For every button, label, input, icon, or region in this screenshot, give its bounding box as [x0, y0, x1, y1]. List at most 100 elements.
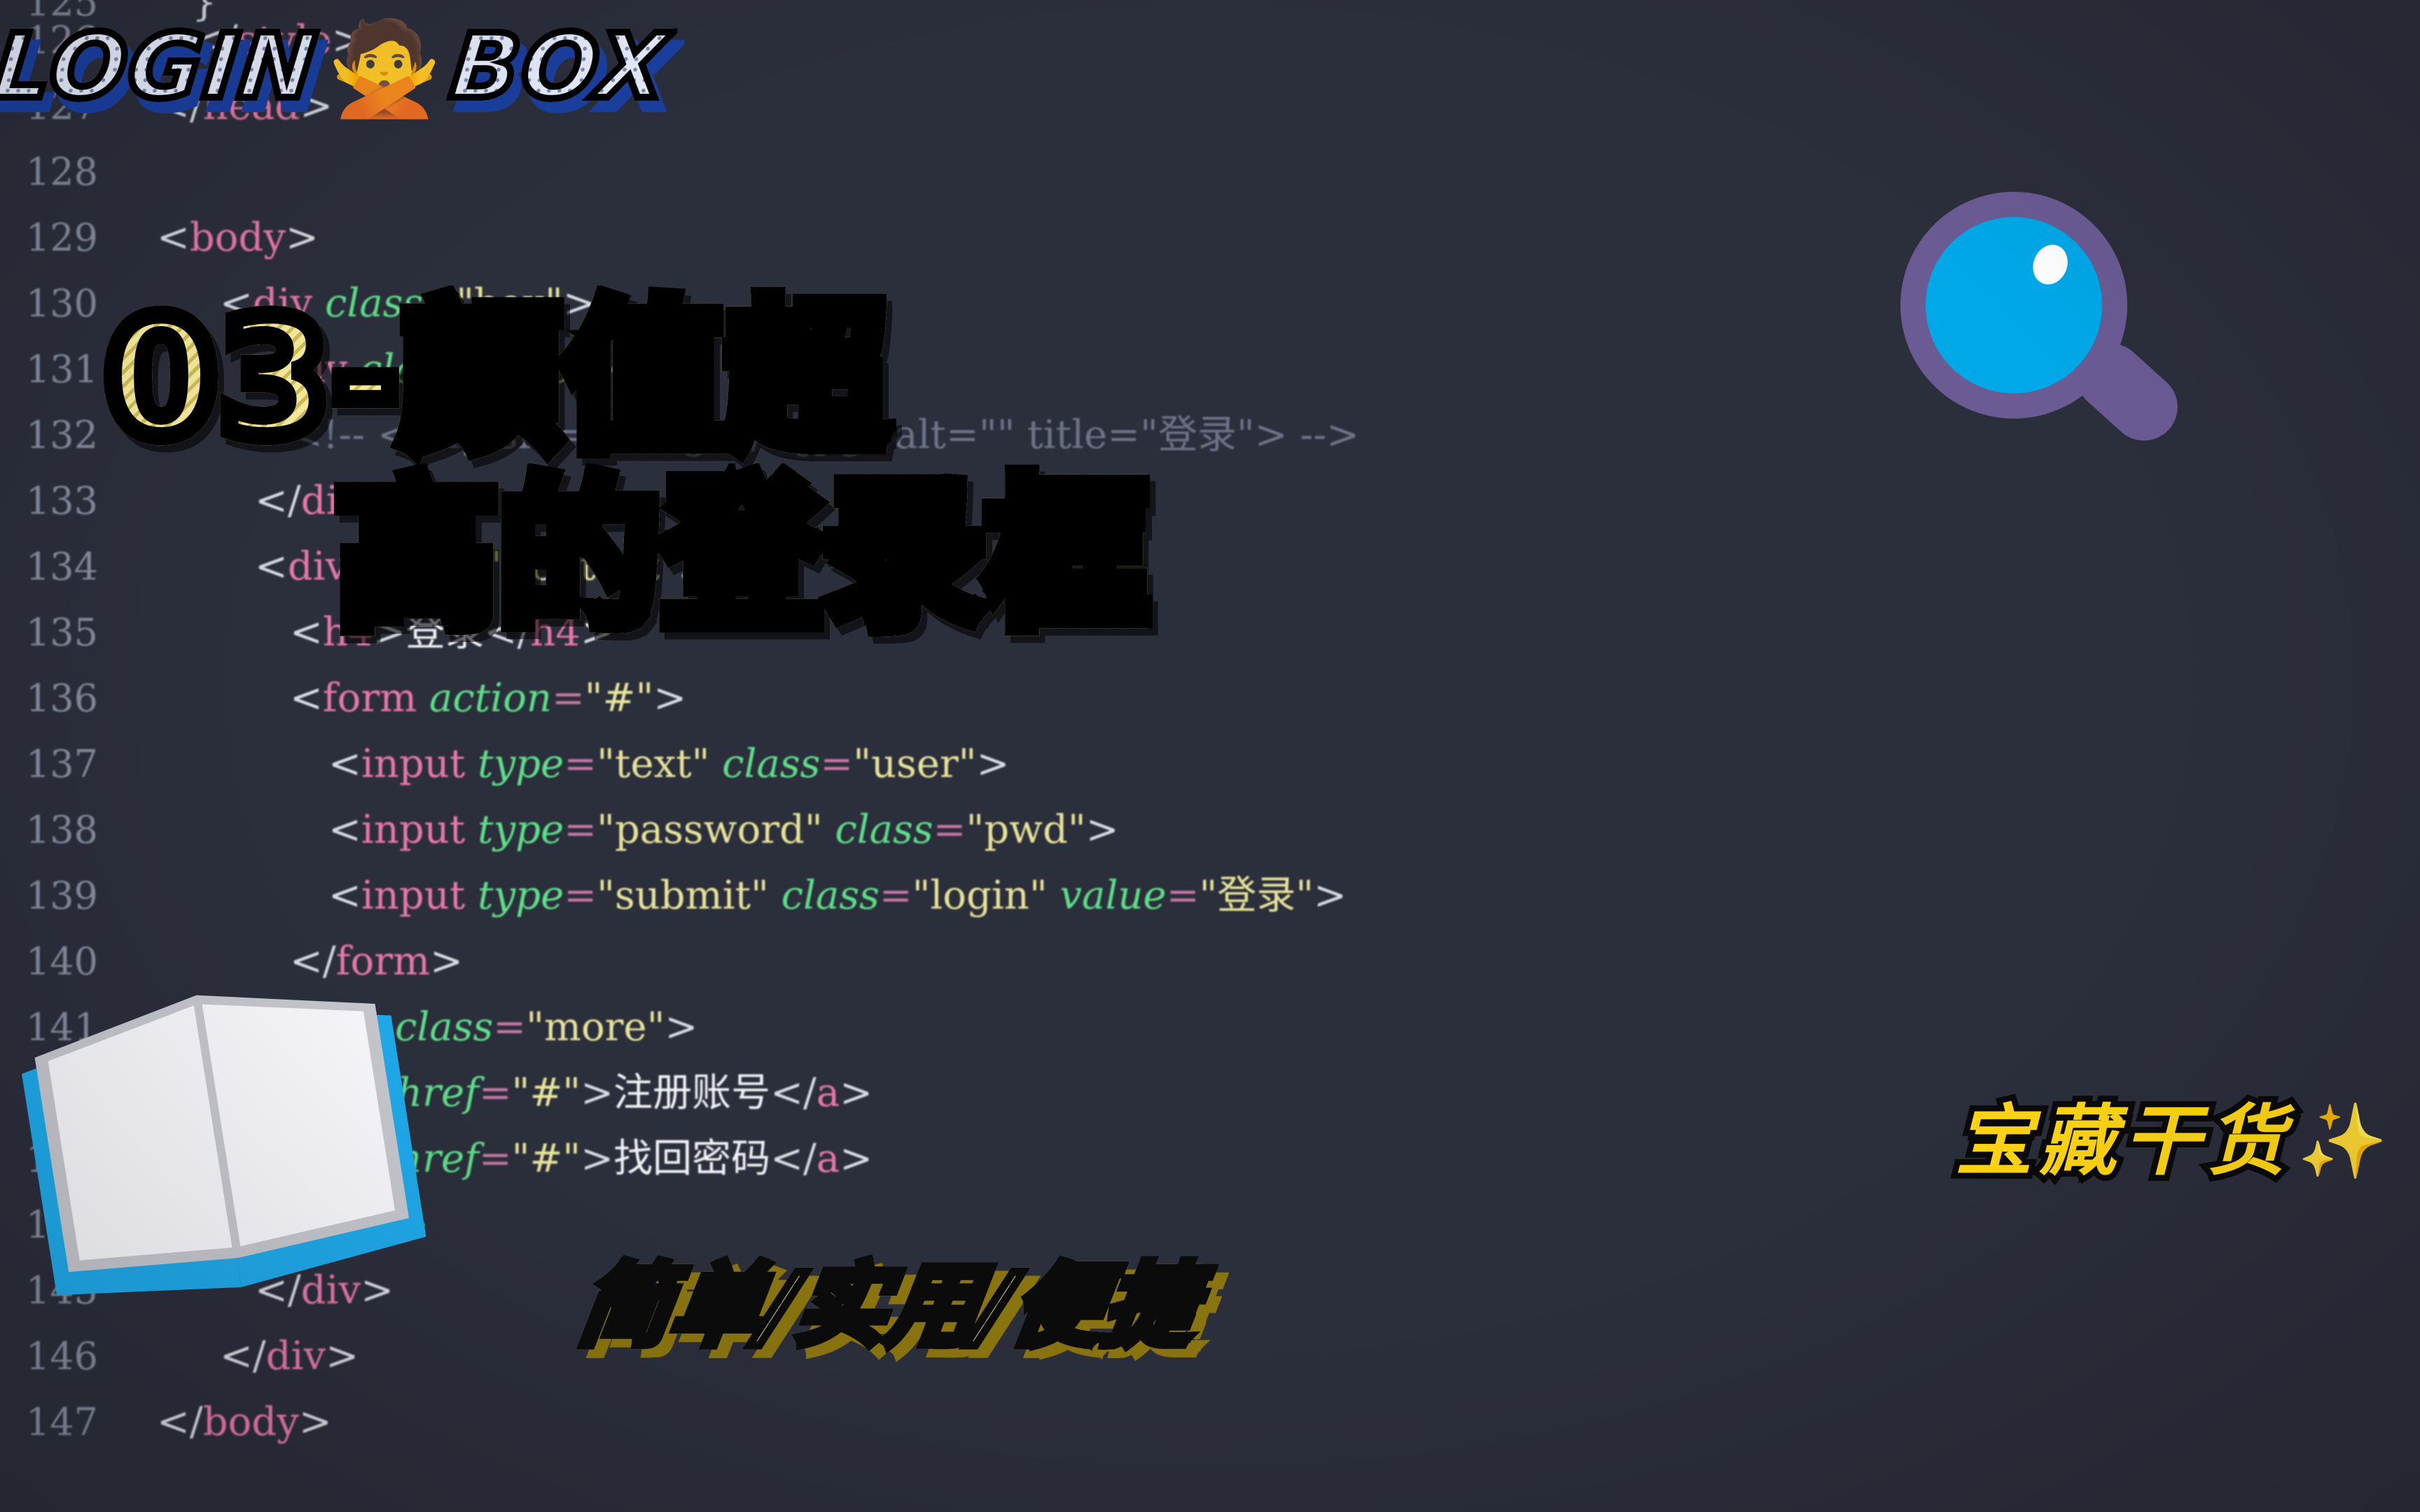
code-token: >: [840, 1070, 873, 1116]
code-line: 147 </body>: [0, 1387, 2420, 1457]
code-token: <: [328, 873, 361, 918]
code-token: "login": [912, 873, 1048, 918]
code-token: type: [478, 741, 564, 787]
code-token: action: [429, 676, 552, 721]
code-token: >: [580, 1136, 614, 1182]
code-token: "more": [526, 1004, 665, 1050]
code-token: <: [157, 215, 190, 260]
code-token: "user": [853, 741, 977, 787]
line-number: 147: [25, 1400, 98, 1444]
code-line: 137 <input type="text" class="user">: [0, 729, 2420, 799]
code-token: <: [328, 741, 361, 787]
login-box-headline: LOGIN 🙅 BOX: [0, 11, 677, 122]
code-token: "#": [584, 676, 654, 721]
line-number: 128: [25, 150, 98, 194]
code-token: </: [770, 1136, 816, 1182]
code-token: >: [298, 1399, 332, 1445]
code-line-content: <input type="password" class="pwd">: [328, 795, 1119, 865]
code-line-content: <input type="text" class="user">: [328, 729, 1009, 799]
code-token: =: [493, 1004, 527, 1050]
code-line-content: </div>: [220, 1322, 359, 1392]
treasure-badge: 宝藏干货 ✨: [1949, 1093, 2388, 1189]
line-number: 138: [25, 808, 98, 852]
headline-word-login: LOGIN: [0, 11, 326, 122]
code-token: "登录": [1199, 873, 1314, 918]
code-token: >: [1085, 807, 1119, 853]
code-token: =: [1166, 873, 1199, 918]
code-token: 注册账号: [613, 1070, 771, 1116]
no-gesture-emoji-icon: 🙅: [326, 17, 442, 120]
code-token: >: [840, 1136, 873, 1182]
code-token: =: [478, 1070, 512, 1116]
open-book-icon: [22, 995, 426, 1296]
code-token: >: [665, 1004, 698, 1050]
code-token: >: [580, 1070, 614, 1116]
code-token: div: [265, 1334, 326, 1379]
code-token: "text": [597, 741, 710, 787]
magnifier-lens: [1926, 217, 2102, 393]
code-token: >: [430, 939, 464, 984]
code-token: =: [564, 741, 597, 787]
code-token: =: [478, 1136, 512, 1182]
line-number: 129: [25, 216, 98, 260]
main-title-line-2: 高的登录框: [327, 463, 1156, 652]
code-line: 138 <input type="password" class="pwd">: [0, 795, 2420, 865]
main-title: 03-颜值超 高的登录框: [96, 285, 1156, 652]
code-token: =: [879, 873, 912, 918]
tagline-text: 简单/实用/便捷: [570, 1250, 1207, 1363]
main-title-line-1: 03-颜值超: [96, 285, 896, 474]
code-token: >: [976, 741, 1010, 787]
line-number: 131: [25, 347, 98, 391]
code-token: body: [189, 215, 286, 260]
code-token: input: [361, 807, 466, 853]
code-line-content: <input type="submit" class="login" value…: [328, 861, 1347, 931]
code-token: =: [564, 873, 597, 918]
line-number: 136: [25, 676, 98, 720]
treasure-badge-label: 宝藏干货: [1949, 1093, 2292, 1189]
code-line: 136 <form action="#">: [0, 664, 2420, 734]
code-token: class: [722, 741, 821, 787]
code-token: "pwd": [966, 807, 1086, 853]
code-line-content: </body>: [157, 1387, 332, 1457]
code-token: <: [290, 676, 323, 721]
code-token: a: [816, 1136, 840, 1182]
code-token: body: [202, 1399, 299, 1445]
code-token: "#": [511, 1070, 581, 1116]
code-token: >: [285, 215, 319, 260]
line-number: 132: [25, 413, 98, 457]
code-token: class: [835, 807, 933, 853]
code-token: a: [816, 1070, 840, 1116]
code-token: "submit": [597, 873, 769, 918]
video-thumbnail: 125}126</style>127</head>128129<body>130…: [0, 0, 2420, 1512]
line-number: 130: [25, 281, 98, 326]
code-token: class: [781, 873, 879, 918]
code-token: =: [552, 676, 585, 721]
code-token: value: [1059, 873, 1167, 918]
line-number: 134: [25, 545, 98, 589]
magnifying-glass-icon: [1900, 192, 2178, 441]
code-token: </: [220, 1334, 266, 1379]
code-token: </: [770, 1070, 816, 1116]
line-number: 139: [25, 874, 98, 918]
code-token: >: [1314, 873, 1347, 918]
code-token: type: [478, 807, 564, 853]
code-token: -->: [1287, 412, 1360, 458]
code-token: "password": [597, 807, 823, 853]
line-number: 137: [25, 742, 98, 786]
code-token: =: [933, 807, 966, 853]
code-token: type: [478, 873, 564, 918]
code-token: "#": [511, 1136, 581, 1182]
code-line-content: <body>: [157, 203, 319, 273]
code-token: >: [653, 676, 687, 721]
code-token: >: [326, 1334, 359, 1379]
code-token: input: [361, 741, 466, 787]
code-line-content: <form action="#">: [290, 664, 686, 734]
code-line: 146 </div>: [0, 1322, 2420, 1392]
